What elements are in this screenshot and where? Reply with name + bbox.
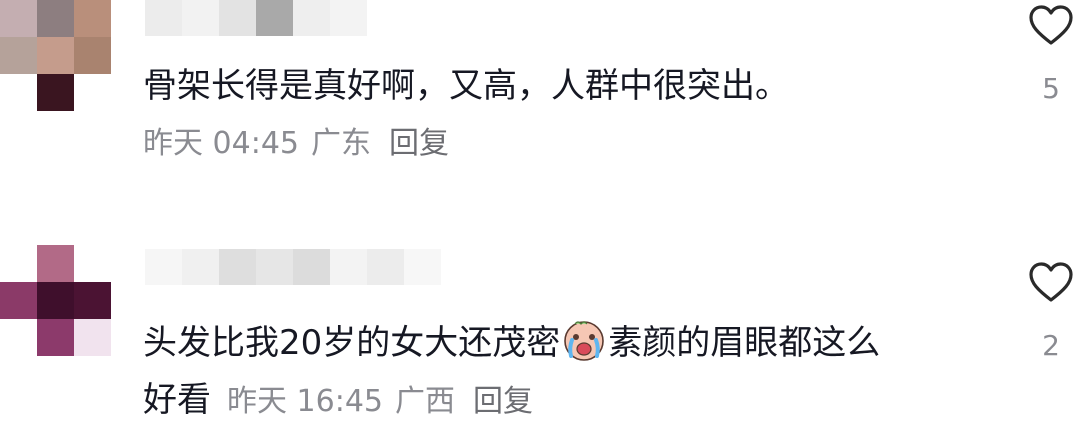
avatar-pixel — [74, 0, 111, 37]
comment-meta: 昨天 16:45 广西 回复 — [227, 384, 533, 419]
like-button[interactable]: 2 — [1026, 261, 1076, 362]
avatar-pixel — [74, 37, 111, 74]
comment-time: 昨天 04:45 — [143, 126, 299, 161]
comment-text-line2-row: 好看 昨天 16:45 广西 回复 — [143, 376, 533, 426]
name-pixel — [404, 249, 441, 285]
comment-text-line2: 好看 — [143, 380, 211, 420]
comment-text-part: 头发比我20岁的女大还茂密 — [143, 323, 561, 363]
name-pixel — [256, 249, 293, 285]
name-pixel — [182, 249, 219, 285]
name-pixel — [256, 0, 293, 36]
reply-button[interactable]: 回复 — [473, 384, 533, 419]
avatar-pixel — [74, 282, 111, 319]
avatar-pixel — [0, 37, 37, 74]
name-pixel — [330, 0, 367, 36]
avatar-pixel — [74, 245, 111, 282]
comment-location: 广东 — [311, 126, 371, 161]
heart-icon — [1029, 262, 1073, 302]
avatar[interactable] — [0, 0, 111, 111]
avatar-pixel — [37, 282, 74, 319]
avatar[interactable] — [0, 245, 111, 356]
avatar-pixel — [0, 0, 37, 37]
name-pixel — [367, 249, 404, 285]
comment-item: 头发比我20岁的女大还茂密 素颜的眉眼都这么 好看 昨天 16:45 广西 回复 2 — [0, 245, 1080, 425]
reply-button[interactable]: 回复 — [389, 126, 449, 161]
avatar-pixel — [37, 319, 74, 356]
username-blurred[interactable] — [145, 249, 441, 285]
like-button[interactable]: 5 — [1026, 4, 1076, 105]
name-pixel — [182, 0, 219, 36]
name-pixel — [145, 249, 182, 285]
comment-location: 广西 — [395, 384, 455, 419]
avatar-pixel — [74, 74, 111, 111]
avatar-pixel — [74, 319, 111, 356]
comment-text: 骨架长得是真好啊，又高，人群中很突出。 — [143, 66, 789, 106]
name-pixel — [293, 249, 330, 285]
comment-text-part: 素颜的眉眼都这么 — [608, 323, 881, 363]
avatar-pixel — [37, 245, 74, 282]
avatar-pixel — [37, 0, 74, 37]
username-blurred[interactable] — [145, 0, 367, 36]
comment-meta: 昨天 04:45 广东 回复 — [143, 120, 449, 168]
name-pixel — [145, 0, 182, 36]
avatar-pixel — [0, 245, 37, 282]
like-count: 2 — [1042, 329, 1060, 362]
avatar-pixel — [0, 74, 37, 111]
avatar-pixel — [37, 74, 74, 111]
comment-item: 骨架长得是真好啊，又高，人群中很突出。 昨天 04:45 广东 回复 5 — [0, 0, 1080, 200]
avatar-pixel — [0, 319, 37, 356]
crying-face-emoji — [562, 318, 606, 362]
like-count: 5 — [1042, 72, 1060, 105]
name-pixel — [219, 0, 256, 36]
name-pixel — [293, 0, 330, 36]
avatar-pixel — [37, 37, 74, 74]
comment-text: 头发比我20岁的女大还茂密 素颜的眉眼都这么 — [143, 318, 880, 367]
comment-time: 昨天 16:45 — [227, 384, 383, 419]
heart-icon — [1029, 5, 1073, 45]
avatar-pixel — [0, 282, 37, 319]
name-pixel — [219, 249, 256, 285]
name-pixel — [330, 249, 367, 285]
